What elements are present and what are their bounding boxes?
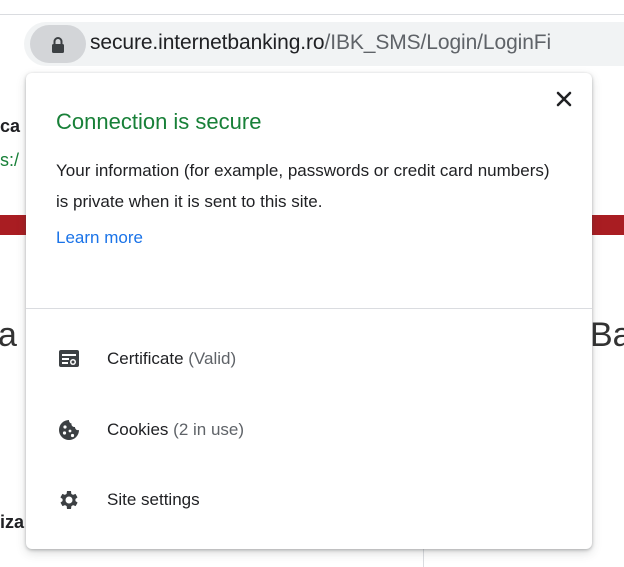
url-domain: secure.internetbanking.ro	[90, 31, 325, 54]
background-divider	[423, 548, 424, 567]
url-path: /IBK_SMS/Login/LoginFi	[324, 31, 552, 54]
cookie-icon	[56, 417, 82, 443]
background-text: s:/	[0, 150, 20, 170]
popup-description: Your information (for example, passwords…	[56, 161, 550, 211]
background-heading: a	[0, 316, 17, 354]
certificate-item[interactable]: Certificate (Valid)	[26, 331, 592, 387]
cookies-label: Cookies (2 in use)	[107, 420, 244, 440]
certificate-label-text: Certificate	[107, 349, 184, 368]
url-text[interactable]: secure.internetbanking.ro/IBK_SMS/Login/…	[90, 31, 551, 55]
site-info-popup: Connection is secure Your information (f…	[26, 73, 592, 549]
close-button[interactable]	[552, 87, 576, 111]
certificate-icon	[56, 346, 82, 372]
background-banner	[590, 215, 624, 235]
site-info-button[interactable]	[30, 25, 86, 63]
toolbar-divider	[0, 14, 624, 15]
certificate-label: Certificate (Valid)	[107, 349, 236, 369]
divider	[26, 308, 592, 309]
site-settings-item[interactable]: Site settings	[26, 472, 592, 528]
background-text: iza	[0, 512, 25, 532]
lock-icon	[52, 37, 64, 53]
site-settings-label: Site settings	[107, 490, 200, 509]
certificate-status: (Valid)	[188, 349, 237, 368]
gear-icon	[56, 487, 82, 513]
close-icon	[556, 91, 572, 107]
cookies-label-text: Cookies	[107, 420, 169, 439]
background-text: ca	[0, 116, 21, 136]
background-heading: Ba	[590, 316, 624, 354]
cookies-count: (2 in use)	[173, 420, 245, 439]
learn-more-link[interactable]: Learn more	[56, 228, 143, 248]
popup-title: Connection is secure	[56, 109, 262, 134]
cookies-item[interactable]: Cookies (2 in use)	[26, 402, 592, 458]
